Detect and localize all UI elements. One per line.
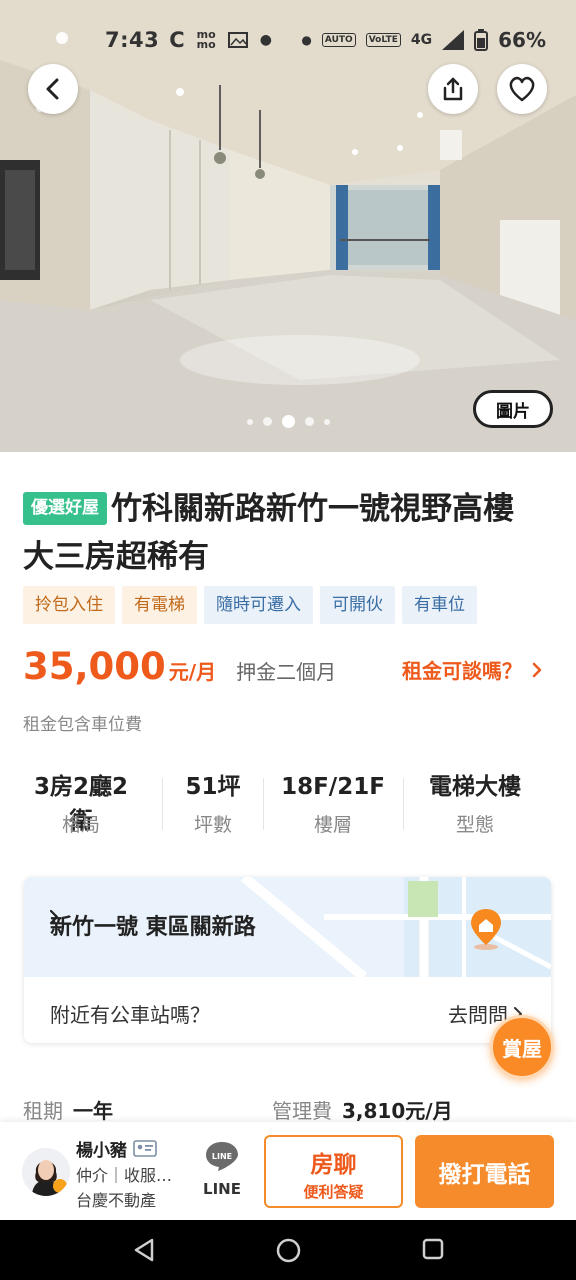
photo-gallery-button[interactable]: 圖片	[473, 390, 553, 428]
chat-title: 房聊	[310, 1152, 357, 1178]
carousel-dot[interactable]	[262, 417, 272, 426]
rent-unit: 元/月	[168, 660, 217, 684]
mgmt-fee-label: 管理費	[272, 1099, 332, 1123]
signal-icon	[442, 30, 465, 50]
lease-info-row: 租期 一年 管理費 3,810元/月	[23, 1095, 563, 1124]
spec-label: 格局	[61, 814, 100, 836]
status-time: 7:43	[105, 28, 160, 52]
spec-value: 電梯大樓	[429, 774, 521, 800]
mgmt-fee-value: 3,810元/月	[342, 1099, 453, 1123]
4g-icon: 4G	[410, 32, 433, 48]
location-card: 新竹一號 東區關新路 附近有公車站嗎？ 去問問	[24, 877, 551, 1043]
heart-icon	[509, 76, 535, 102]
feature-tag: 有電梯	[122, 586, 197, 624]
spec-label: 樓層	[313, 814, 352, 836]
back-button[interactable]	[28, 64, 78, 114]
auto-icon: AUTO	[321, 33, 356, 47]
house-chat-button[interactable]: 房聊 便利答疑	[264, 1135, 403, 1208]
bus-inquiry-row[interactable]: 附近有公車站嗎？ 去問問	[24, 977, 551, 1043]
spec-label: 坪數	[193, 814, 232, 836]
feature-tags: 拎包入住 有電梯 隨時可遷入 可開伙 有車位	[23, 586, 477, 624]
listing-photo[interactable]: 7:43 C mo mo ● ● AUTO VoLTE 4G 66% 圖片	[0, 0, 576, 452]
price-block: 35,000 元/月 押金二個月	[23, 645, 336, 688]
dot-icon: ●	[259, 32, 272, 48]
alarm-icon: ●	[301, 33, 312, 47]
battery-percent: 66%	[498, 28, 546, 52]
contact-action-bar: 楊小豬 仲介｜收服… 台慶不動產 LINE LINE 房聊 便利答疑 撥打電話	[0, 1122, 576, 1220]
location-pin-icon	[471, 909, 501, 950]
nav-recents-icon[interactable]	[422, 1238, 444, 1260]
spec-divider	[263, 778, 264, 830]
spec-floor: 18F/21F 樓層	[278, 770, 388, 837]
agent-role: 仲介｜收服…	[76, 1166, 173, 1185]
nav-home-icon[interactable]	[276, 1238, 301, 1263]
line-chat-icon: LINE	[206, 1142, 238, 1171]
share-button[interactable]	[428, 64, 478, 114]
spec-value: 51坪	[185, 774, 241, 800]
feature-tag: 隨時可遷入	[204, 586, 313, 624]
spec-value: 18F/21F	[281, 774, 385, 800]
spec-divider	[162, 778, 163, 830]
status-bar: 7:43 C mo mo ● ● AUTO VoLTE 4G 66%	[0, 0, 576, 80]
carousel-dot-active[interactable]	[281, 415, 295, 428]
system-nav-bar	[0, 1220, 576, 1280]
view-house-fab[interactable]: 賞屋	[490, 1015, 554, 1079]
image-icon	[227, 32, 248, 48]
spec-divider	[403, 778, 404, 830]
share-icon	[443, 77, 463, 101]
svg-text:LINE: LINE	[212, 1152, 232, 1161]
volte-icon: VoLTE	[365, 33, 401, 47]
c-icon: C	[169, 28, 185, 52]
chevron-left-icon	[46, 78, 59, 100]
deposit-text: 押金二個月	[236, 660, 337, 684]
address-link[interactable]: 新竹一號 東區關新路	[50, 909, 256, 941]
line-button[interactable]: LINE LINE	[198, 1140, 246, 1198]
chevron-right-icon	[50, 909, 59, 925]
spec-size: 51坪 坪數	[173, 770, 253, 837]
carousel-dot[interactable]	[246, 418, 253, 425]
spec-label: 型態	[455, 814, 494, 836]
call-button[interactable]: 撥打電話	[415, 1135, 554, 1208]
management-fee: 管理費 3,810元/月	[272, 1095, 453, 1124]
agent-avatar[interactable]	[22, 1148, 70, 1196]
chat-subtitle: 便利答疑	[303, 1183, 364, 1201]
negotiate-label: 租金可談嗎？	[402, 659, 522, 683]
line-label: LINE	[203, 1180, 241, 1198]
property-specs: 3房2廳2衛 格局 51坪 坪數 18F/21F 樓層 電梯大樓 型態	[0, 770, 576, 840]
momo-icon: mo mo	[196, 28, 216, 51]
feature-tag: 有車位	[402, 586, 477, 624]
agent-name: 楊小豬	[76, 1136, 157, 1161]
agent-avatar-illustration	[22, 1148, 70, 1196]
battery-icon	[474, 29, 489, 51]
address-text: 新竹一號 東區關新路	[50, 915, 256, 940]
spec-type: 電梯大樓 型態	[420, 770, 530, 837]
nav-back-icon[interactable]	[133, 1238, 155, 1262]
premium-badge: 優選好屋	[23, 492, 107, 525]
carousel-dot[interactable]	[323, 418, 330, 425]
favorite-button[interactable]	[497, 64, 547, 114]
lease-term-value: 一年	[73, 1099, 113, 1123]
lease-term-label: 租期	[23, 1099, 63, 1123]
feature-tag: 拎包入住	[23, 586, 115, 624]
agent-company: 台慶不動產	[76, 1191, 157, 1210]
rent-amount: 35,000	[23, 645, 166, 688]
spec-value: 3房2廳2衛	[33, 774, 128, 834]
spec-layout: 3房2廳2衛 格局	[23, 770, 139, 837]
negotiate-rent-link[interactable]: 租金可談嗎？	[402, 655, 542, 684]
listing-title-block: 優選好屋 竹科關新路新竹一號視野高樓大三房超稀有	[23, 485, 543, 581]
feature-tag: 可開伙	[320, 586, 395, 624]
bus-question: 附近有公車站嗎？	[50, 1003, 210, 1027]
chevron-right-icon	[532, 662, 542, 677]
agent-name-text: 楊小豬	[76, 1141, 127, 1161]
rent-note: 租金包含車位費	[23, 715, 142, 735]
id-card-icon	[133, 1140, 157, 1157]
carousel-dot[interactable]	[304, 417, 314, 426]
map-preview[interactable]: 新竹一號 東區關新路	[24, 877, 551, 977]
